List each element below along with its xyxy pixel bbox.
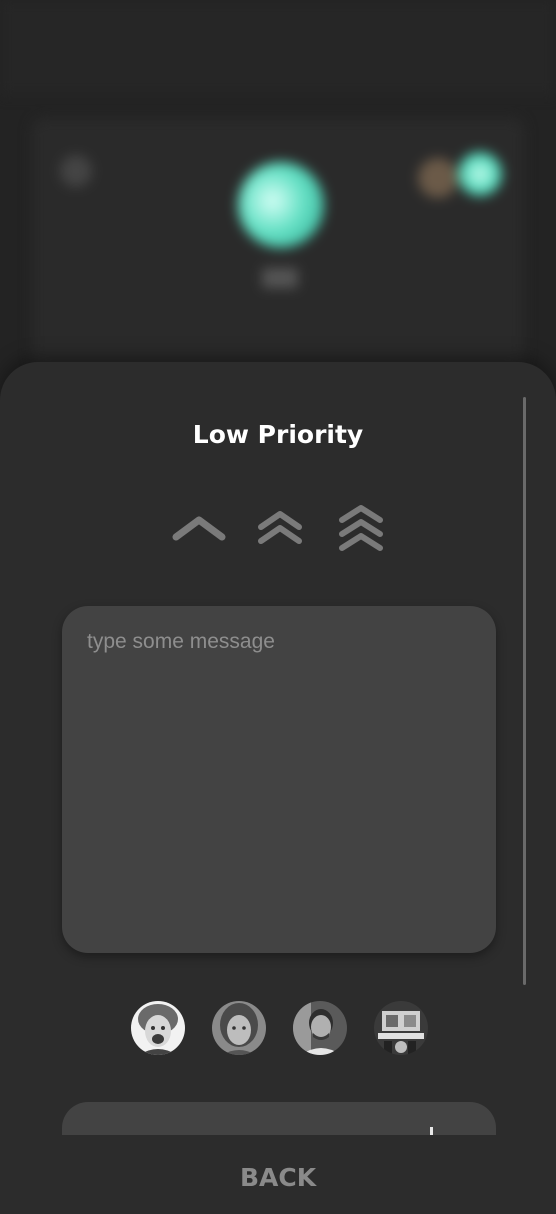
- sheet-title: Low Priority: [192, 420, 364, 449]
- avatar-4: [374, 1001, 428, 1055]
- recipient-avatar[interactable]: [131, 1001, 185, 1055]
- triple-chevron-up-icon: [339, 505, 383, 551]
- scrollbar[interactable]: [523, 397, 526, 985]
- footer: BACK: [0, 1135, 556, 1214]
- back-button[interactable]: BACK: [0, 1163, 556, 1192]
- background-avatar-accent: [458, 152, 502, 196]
- recipient-avatar[interactable]: [293, 1001, 347, 1055]
- screen: Low Priority type some message BACK: [0, 0, 556, 1214]
- background-dot-icon: [60, 155, 92, 187]
- message-input[interactable]: [62, 606, 496, 953]
- recipient-list: [0, 1001, 556, 1057]
- avatar-3: [293, 1001, 347, 1055]
- avatar-2: [212, 1001, 266, 1055]
- recipient-avatar[interactable]: [212, 1001, 266, 1055]
- priority-low-button[interactable]: [172, 504, 226, 554]
- background-orb-label: [262, 268, 298, 288]
- chevron-up-icon: [172, 516, 226, 541]
- background-orb: [238, 162, 324, 248]
- priority-medium-button[interactable]: [257, 504, 303, 554]
- background-avatar: [418, 158, 458, 198]
- background-header: [0, 0, 556, 95]
- avatar-1: [131, 1001, 185, 1055]
- background-app: [0, 0, 556, 420]
- priority-sheet: Low Priority: [0, 362, 556, 1214]
- priority-high-button[interactable]: [338, 504, 384, 554]
- recipient-avatar[interactable]: [374, 1001, 428, 1055]
- double-chevron-up-icon: [258, 511, 302, 544]
